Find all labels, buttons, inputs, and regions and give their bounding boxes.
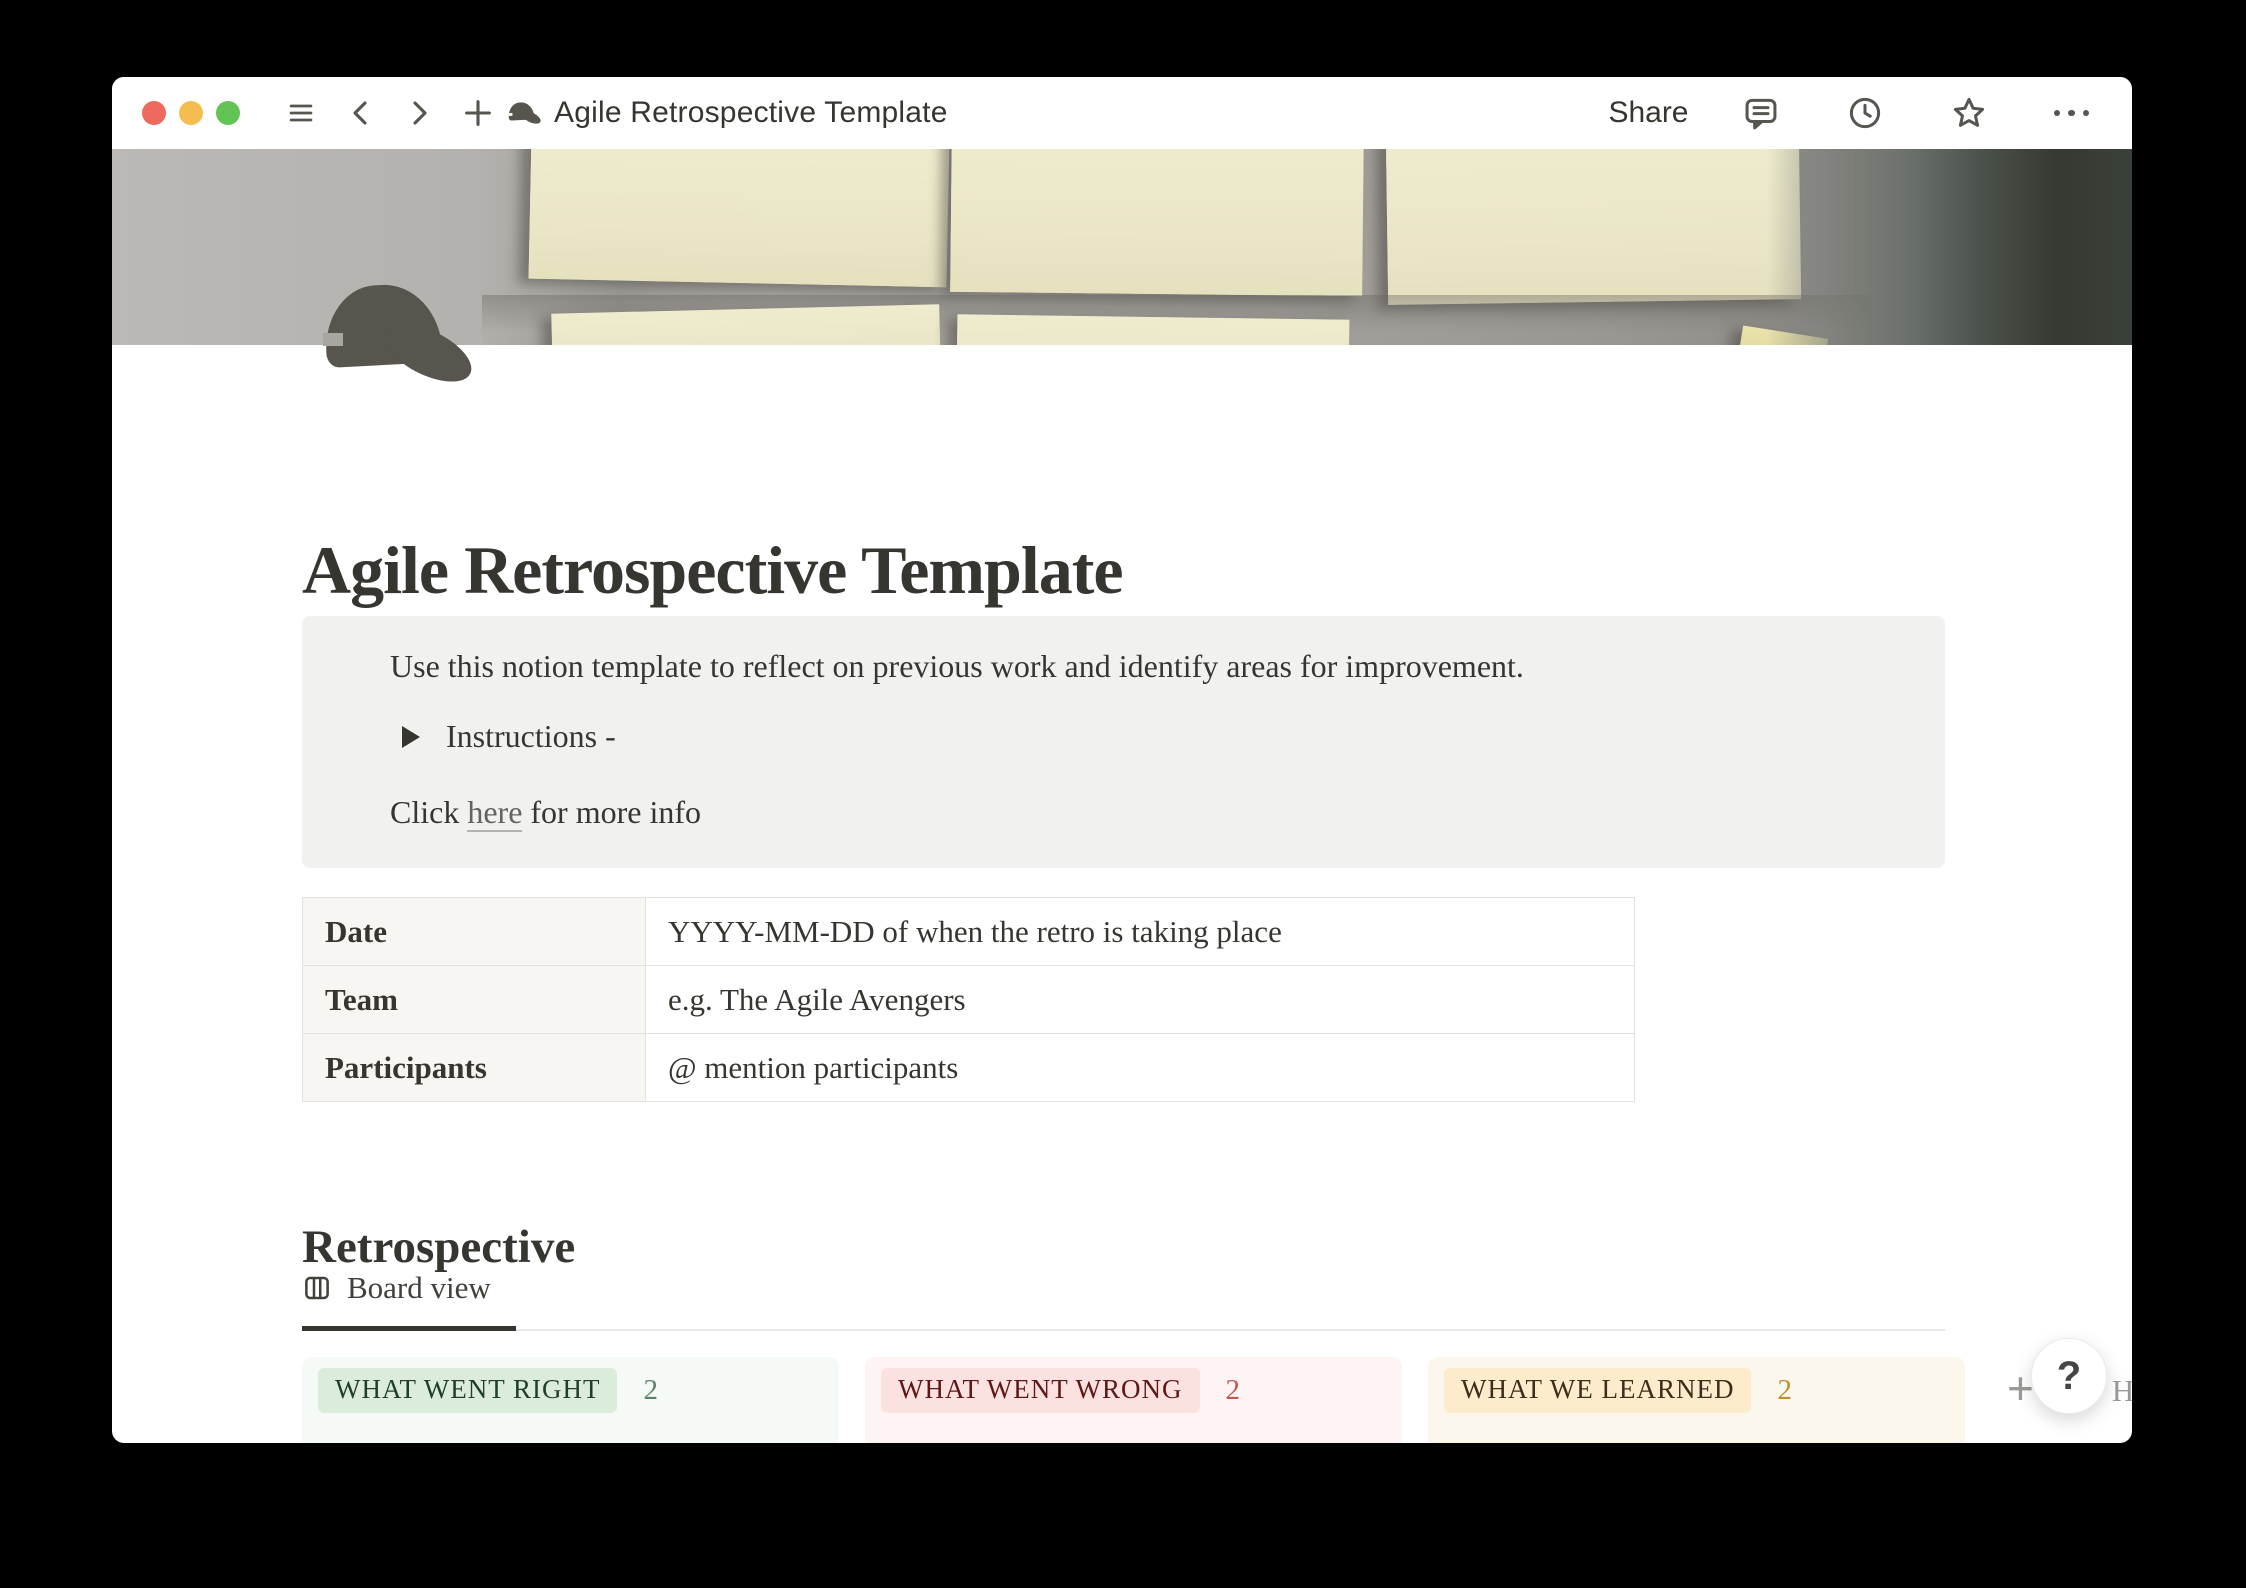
property-value-participants[interactable]: @ mention participants bbox=[646, 1034, 1635, 1102]
toggle-label: Instructions - bbox=[446, 718, 616, 755]
active-tab-underline bbox=[302, 1326, 516, 1331]
favorite-star-icon[interactable] bbox=[1950, 94, 1988, 132]
traffic-lights bbox=[142, 101, 240, 125]
properties-table: Date YYYY-MM-DD of when the retro is tak… bbox=[302, 897, 1635, 1102]
window-titlebar: Agile Retrospective Template Share bbox=[112, 77, 2132, 149]
property-label-participants[interactable]: Participants bbox=[303, 1034, 646, 1102]
board-column-wrong: WHAT WENT WRONG 2 bbox=[865, 1357, 1402, 1443]
table-row: Participants @ mention participants bbox=[303, 1034, 1635, 1102]
callout-text: Use this notion template to reflect on p… bbox=[390, 648, 1524, 685]
page-title: Agile Retrospective Template bbox=[302, 531, 1123, 610]
group-pill[interactable]: WHAT WENT RIGHT bbox=[318, 1368, 617, 1413]
board-view-icon bbox=[302, 1273, 332, 1303]
sticky-note bbox=[1386, 149, 1801, 305]
history-clock-icon[interactable] bbox=[1846, 94, 1884, 132]
new-tab-icon[interactable] bbox=[461, 96, 495, 130]
zoom-window-button[interactable] bbox=[216, 101, 240, 125]
tabs-divider bbox=[302, 1329, 1945, 1331]
here-link[interactable]: here bbox=[467, 794, 522, 832]
more-options-icon[interactable] bbox=[2054, 110, 2090, 117]
group-count: 2 bbox=[1226, 1374, 1241, 1407]
board-column-right: WHAT WENT RIGHT 2 bbox=[302, 1357, 839, 1443]
property-value-date[interactable]: YYYY-MM-DD of when the retro is taking p… bbox=[646, 898, 1635, 966]
callout-link-line: Click here for more info bbox=[390, 794, 701, 831]
group-pill[interactable]: WHAT WE LEARNED bbox=[1444, 1368, 1751, 1413]
notion-window: Agile Retrospective Template Share bbox=[112, 77, 2132, 1443]
help-button[interactable]: ? bbox=[2031, 1338, 2107, 1414]
close-window-button[interactable] bbox=[142, 101, 166, 125]
back-icon[interactable] bbox=[345, 97, 377, 129]
group-count: 2 bbox=[1777, 1374, 1792, 1407]
cover-dark-edge bbox=[1767, 149, 2132, 345]
property-label-date[interactable]: Date bbox=[303, 898, 646, 966]
cap-notch bbox=[323, 333, 343, 346]
minimize-window-button[interactable] bbox=[179, 101, 203, 125]
tab-board-view[interactable]: Board view bbox=[302, 1270, 491, 1306]
breadcrumb-page-title: Agile Retrospective Template bbox=[554, 96, 948, 130]
table-row: Team e.g. The Agile Avengers bbox=[303, 966, 1635, 1034]
board-column-learned: WHAT WE LEARNED 2 bbox=[1428, 1357, 1965, 1443]
partial-group-label: H bbox=[2112, 1373, 2132, 1409]
property-value-team[interactable]: e.g. The Agile Avengers bbox=[646, 966, 1635, 1034]
titlebar-actions: Share bbox=[1608, 94, 2102, 132]
instructions-toggle[interactable]: Instructions - bbox=[402, 718, 616, 755]
page-cap-icon[interactable] bbox=[323, 283, 475, 379]
table-row: Date YYYY-MM-DD of when the retro is tak… bbox=[303, 898, 1635, 966]
toggle-arrow-icon[interactable] bbox=[402, 726, 420, 748]
page-cap-icon-small bbox=[508, 102, 542, 124]
link-suffix: for more info bbox=[522, 794, 701, 830]
comments-icon[interactable] bbox=[1742, 94, 1780, 132]
forward-icon[interactable] bbox=[403, 97, 435, 129]
sticky-note bbox=[528, 149, 949, 287]
property-label-team[interactable]: Team bbox=[303, 966, 646, 1034]
sticky-note bbox=[950, 149, 1364, 296]
sticky-note bbox=[957, 314, 1350, 345]
share-button[interactable]: Share bbox=[1608, 96, 1688, 130]
board-view: WHAT WENT RIGHT 2 WHAT WENT WRONG 2 WHAT… bbox=[302, 1357, 2132, 1443]
group-count: 2 bbox=[643, 1374, 658, 1407]
sidebar-menu-icon[interactable] bbox=[283, 99, 319, 127]
group-pill[interactable]: WHAT WENT WRONG bbox=[881, 1368, 1200, 1413]
link-prefix: Click bbox=[390, 794, 467, 830]
callout-block: Use this notion template to reflect on p… bbox=[302, 616, 1945, 868]
section-heading: Retrospective bbox=[302, 1220, 575, 1274]
add-group-button[interactable]: + bbox=[2007, 1365, 2034, 1411]
tab-label: Board view bbox=[347, 1270, 491, 1306]
